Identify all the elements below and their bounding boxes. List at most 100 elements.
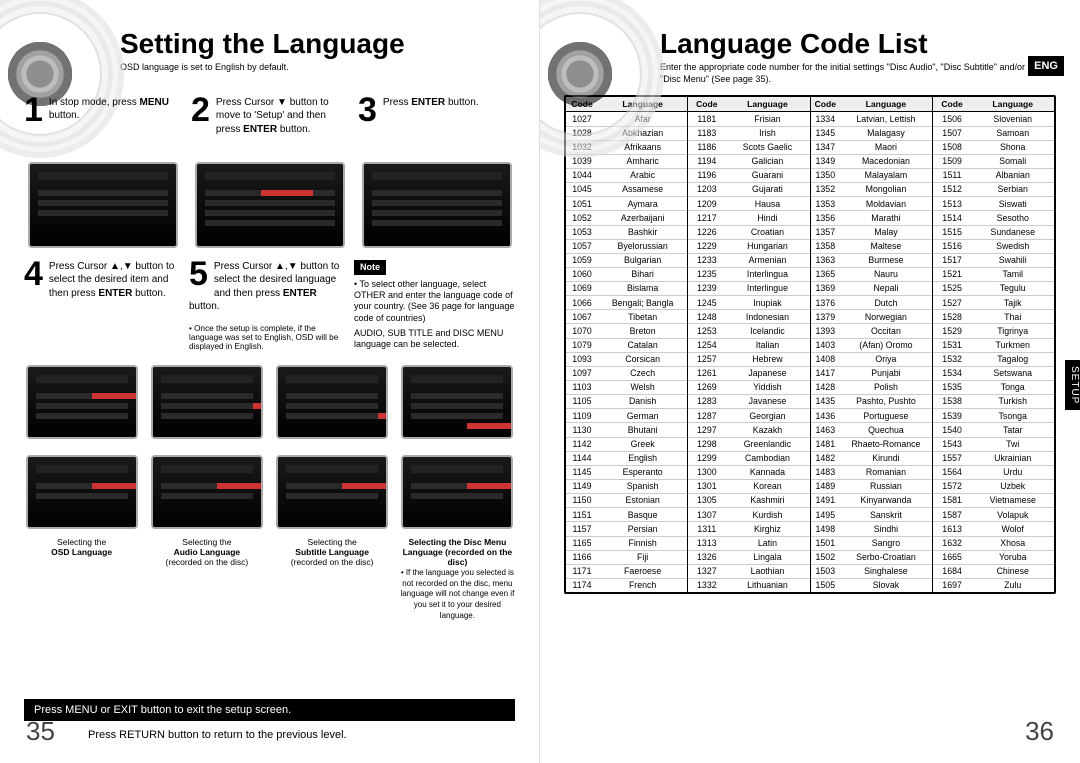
- code-row: 1144English: [566, 451, 687, 465]
- note-label: Note: [354, 260, 386, 275]
- code-row: 1516Swedish: [933, 239, 1054, 253]
- code-row: 1239Interlingue: [688, 282, 809, 296]
- code-row: 1229Hungarian: [688, 239, 809, 253]
- code-row: 1334Latvian, Lettish: [811, 112, 932, 126]
- code-row: 1196Guarani: [688, 168, 809, 182]
- code-row: 1044Arabic: [566, 168, 687, 182]
- code-row: 1097Czech: [566, 366, 687, 380]
- code-row: 1498Sindhi: [811, 522, 932, 536]
- code-row: 1365Nauru: [811, 267, 932, 281]
- code-row: 1511Albanian: [933, 168, 1054, 182]
- code-row: 1350Malayalam: [811, 168, 932, 182]
- language-badge: ENG: [1028, 56, 1064, 76]
- code-row: 1183Irish: [688, 126, 809, 140]
- code-row: 1481Rhaeto-Romance: [811, 437, 932, 451]
- code-row: 1149Spanish: [566, 480, 687, 494]
- code-row: 1057Byelorussian: [566, 239, 687, 253]
- code-row: 1209Hausa: [688, 197, 809, 211]
- code-row: 1305Kashmiri: [688, 494, 809, 508]
- code-row: 1428Polish: [811, 381, 932, 395]
- osd-screenshot: [151, 455, 263, 529]
- code-row: 1253Icelandic: [688, 324, 809, 338]
- code-row: 1067Tibetan: [566, 310, 687, 324]
- code-row: 1069Bislama: [566, 282, 687, 296]
- osd-screenshot: [28, 162, 178, 248]
- code-row: 1186Scots Gaelic: [688, 140, 809, 154]
- note-item: • To select other language, select OTHER…: [354, 279, 515, 324]
- code-row: 1403(Afan) Oromo: [811, 338, 932, 352]
- code-row: 1514Sesotho: [933, 211, 1054, 225]
- setup-tab: SETUP: [1065, 360, 1080, 410]
- code-row: 1540Tatar: [933, 423, 1054, 437]
- code-row: 1051Aymara: [566, 197, 687, 211]
- osd-grid-top: [24, 359, 515, 441]
- code-row: 1482Kirundi: [811, 451, 932, 465]
- osd-screenshot: [276, 455, 388, 529]
- note-item: AUDIO, SUB TITLE and DISC MENU language …: [354, 328, 515, 351]
- code-row: 1157Persian: [566, 522, 687, 536]
- language-code-table: CodeLanguage1027Afar1028Abkhazian1032Afr…: [564, 95, 1056, 594]
- step-5: 5 Press Cursor ▲,▼ button to select the …: [189, 260, 344, 351]
- code-row: 1529Tigrinya: [933, 324, 1054, 338]
- code-row: 1697Zulu: [933, 579, 1054, 593]
- code-row: 1572Uzbek: [933, 480, 1054, 494]
- code-row: 1150Estonian: [566, 494, 687, 508]
- disc-menu-note: • If the language you selected is not re…: [400, 568, 514, 619]
- code-row: 1483Romanian: [811, 465, 932, 479]
- code-row: 1283Javanese: [688, 395, 809, 409]
- step-3: 3 Press ENTER button.: [358, 96, 515, 250]
- step-1: 1 In stop mode, press MENU button.: [24, 96, 181, 250]
- step-4: 4 Press Cursor ▲,▼ button to select the …: [24, 260, 179, 351]
- code-row: 1489Russian: [811, 480, 932, 494]
- code-row: 1109German: [566, 409, 687, 423]
- code-row: 1508Shona: [933, 140, 1054, 154]
- code-row: 1045Assamese: [566, 183, 687, 197]
- code-row: 1254Italian: [688, 338, 809, 352]
- code-row: 1066Bengali; Bangla: [566, 296, 687, 310]
- code-row: 1145Esperanto: [566, 465, 687, 479]
- steps-row-1: 1 In stop mode, press MENU button. 2 Pre…: [24, 96, 515, 250]
- page-36: ENG SETUP Language Code List Enter the a…: [540, 0, 1080, 763]
- code-row: 1203Gujarati: [688, 183, 809, 197]
- code-row: 1105Danish: [566, 395, 687, 409]
- page-number: 36: [1025, 716, 1054, 747]
- code-row: 1502Serbo-Croatian: [811, 550, 932, 564]
- code-row: 1539Tsonga: [933, 409, 1054, 423]
- code-row: 1509Somali: [933, 154, 1054, 168]
- code-row: 1300Kannada: [688, 465, 809, 479]
- code-row: 1245Inupiak: [688, 296, 809, 310]
- osd-screenshot: [401, 455, 513, 529]
- code-row: 1665Yoruba: [933, 550, 1054, 564]
- code-row: 1517Swahili: [933, 253, 1054, 267]
- code-row: 1521Tamil: [933, 267, 1054, 281]
- return-instruction: Press RETURN button to return to the pre…: [88, 729, 515, 741]
- code-row: 1463Quechua: [811, 423, 932, 437]
- code-row: 1142Greek: [566, 437, 687, 451]
- osd-screenshot: [401, 365, 513, 439]
- code-row: 1217Hindi: [688, 211, 809, 225]
- code-row: 1352Mongolian: [811, 183, 932, 197]
- code-row: 1257Hebrew: [688, 352, 809, 366]
- code-row: 1349Macedonian: [811, 154, 932, 168]
- code-row: 1027Afar: [566, 112, 687, 126]
- code-row: 1226Croatian: [688, 225, 809, 239]
- code-row: 1525Tegulu: [933, 282, 1054, 296]
- code-row: 1369Nepali: [811, 282, 932, 296]
- osd-screenshot: [362, 162, 512, 248]
- code-row: 1507Samoan: [933, 126, 1054, 140]
- code-row: 1052Azerbaijani: [566, 211, 687, 225]
- code-row: 1363Burmese: [811, 253, 932, 267]
- code-row: 1501Sangro: [811, 536, 932, 550]
- code-row: 1287Georgian: [688, 409, 809, 423]
- code-row: 1358Maltese: [811, 239, 932, 253]
- osd-screenshot: [276, 365, 388, 439]
- code-row: 1248Indonesian: [688, 310, 809, 324]
- code-row: 1345Malagasy: [811, 126, 932, 140]
- code-row: 1684Chinese: [933, 564, 1054, 578]
- caption: Selecting theSubtitle Language(recorded …: [275, 537, 390, 621]
- code-row: 1059Bulgarian: [566, 253, 687, 267]
- page-subtitle: Enter the appropriate code number for th…: [660, 62, 1040, 85]
- code-row: 1151Basque: [566, 508, 687, 522]
- caption: Selecting the Disc MenuLanguage (recorde…: [400, 537, 515, 621]
- manual-spread: Setting the Language OSD language is set…: [0, 0, 1080, 763]
